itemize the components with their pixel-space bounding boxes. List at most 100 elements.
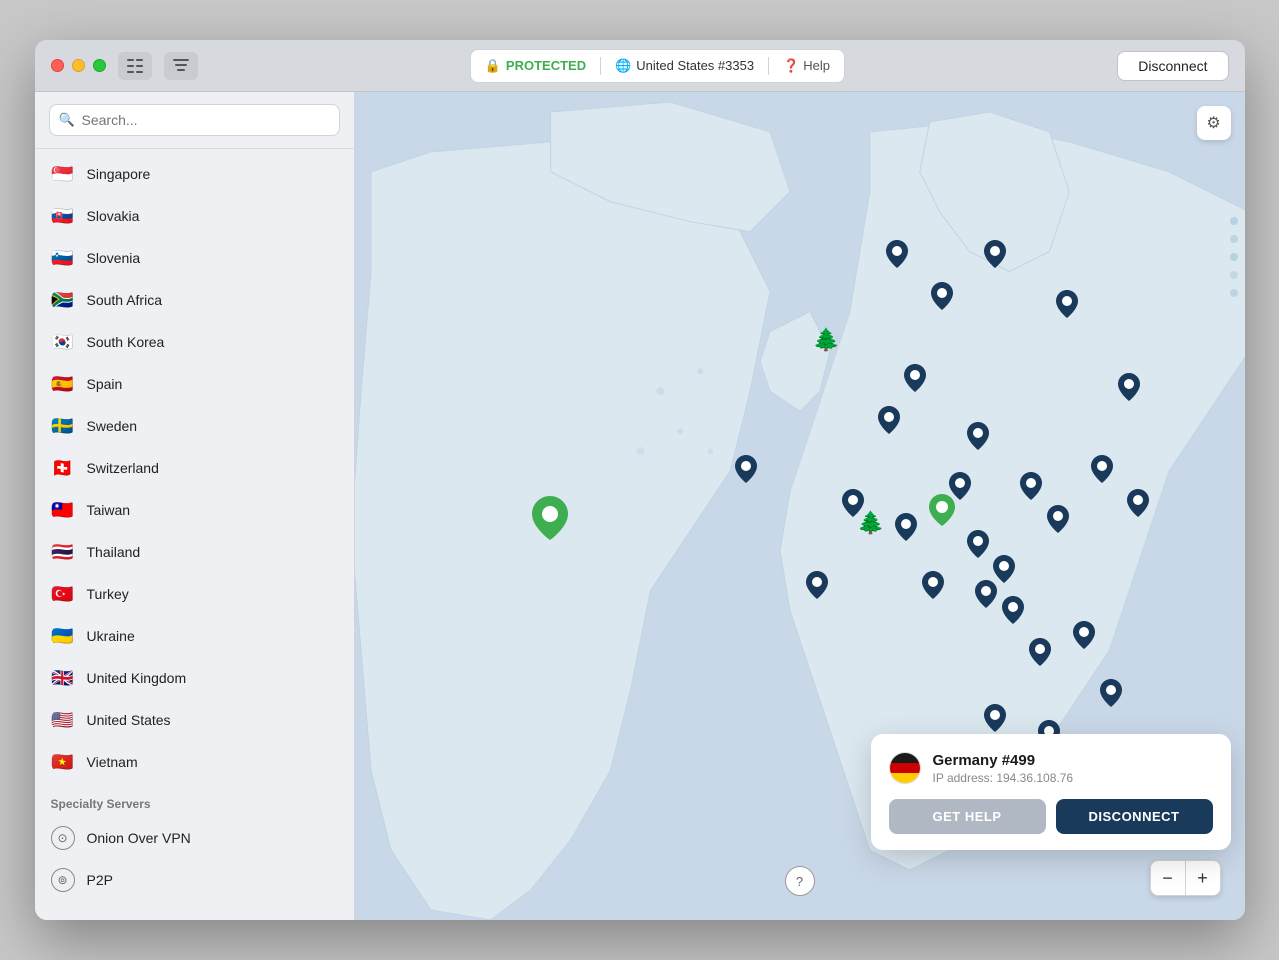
server-pin-it[interactable] — [922, 571, 944, 605]
sidebar-item-singapore[interactable]: 🇸🇬 Singapore — [35, 153, 354, 195]
popup-text: Germany #499 IP address: 194.36.108.76 — [933, 752, 1074, 785]
server-pin-uk[interactable] — [735, 455, 757, 489]
sidebar-item-sweden[interactable]: 🇸🇪 Sweden — [35, 405, 354, 447]
zoom-out-button[interactable]: − — [1151, 861, 1185, 895]
server-pin-at[interactable] — [949, 472, 971, 506]
maximize-button[interactable] — [93, 59, 106, 72]
active-server-pin[interactable] — [532, 496, 568, 547]
country-flag: 🇸🇰 — [51, 204, 75, 228]
country-flag: 🇺🇸 — [51, 708, 75, 732]
country-flag: 🇹🇷 — [51, 582, 75, 606]
server-pin-pl[interactable] — [967, 422, 989, 456]
server-pin-ru3[interactable] — [1127, 489, 1149, 523]
current-server: 🌐 United States #3353 — [615, 58, 754, 74]
country-name: United States — [87, 712, 171, 728]
vpn-window: 🔒 PROTECTED 🌐 United States #3353 ❓ Help… — [35, 40, 1245, 920]
server-pin-no[interactable] — [886, 240, 908, 274]
germany-flag — [889, 752, 921, 784]
specialty-name: Onion Over VPN — [87, 830, 191, 846]
traffic-lights — [51, 59, 106, 72]
ip-label: IP address: — [933, 771, 997, 785]
server-pin-ru2[interactable] — [1091, 455, 1113, 489]
server-pin-ru[interactable] — [1118, 373, 1140, 407]
sidebar-item-south-africa[interactable]: 🇿🇦 South Africa — [35, 279, 354, 321]
country-flag: 🇻🇳 — [51, 750, 75, 774]
country-flag: 🇸🇬 — [51, 162, 75, 186]
server-pin-cy[interactable] — [1100, 679, 1122, 713]
search-icon: 🔍 — [59, 112, 75, 128]
sidebar-toggle-button[interactable] — [118, 52, 152, 80]
popup-actions: GET HELP DISCONNECT — [889, 799, 1213, 834]
globe-icon: 🌐 — [615, 58, 631, 74]
help-label[interactable]: Help — [803, 58, 830, 73]
country-flag: 🇺🇦 — [51, 624, 75, 648]
status-divider-2 — [768, 57, 769, 75]
sidebar-item-south-korea[interactable]: 🇰🇷 South Korea — [35, 321, 354, 363]
country-name: Sweden — [87, 418, 138, 434]
specialty-item-p2p[interactable]: ⊚ P2P — [35, 859, 354, 901]
country-flag: 🇿🇦 — [51, 288, 75, 312]
country-list: 🇸🇬 Singapore 🇸🇰 Slovakia 🇸🇮 Slovenia 🇿🇦 … — [35, 149, 354, 920]
server-pin-gr[interactable] — [1029, 638, 1051, 672]
server-pin-se[interactable] — [931, 282, 953, 316]
protected-status: 🔒 PROTECTED — [485, 58, 586, 74]
country-name: United Kingdom — [87, 670, 187, 686]
sidebar-item-united-kingdom[interactable]: 🇬🇧 United Kingdom — [35, 657, 354, 699]
close-button[interactable] — [51, 59, 64, 72]
minimize-button[interactable] — [72, 59, 85, 72]
server-pin-lt[interactable] — [1020, 472, 1042, 506]
popup-disconnect-button[interactable]: DISCONNECT — [1056, 799, 1213, 834]
search-input[interactable] — [49, 104, 340, 136]
specialty-item-onion-over-vpn[interactable]: ⊙ Onion Over VPN — [35, 817, 354, 859]
map-settings-button[interactable]: ⚙ — [1197, 106, 1231, 140]
server-pin-bg[interactable] — [1002, 596, 1024, 630]
server-pin-ch[interactable] — [895, 513, 917, 547]
server-pin-hu[interactable] — [967, 530, 989, 564]
popup-get-help-button[interactable]: GET HELP — [889, 799, 1046, 834]
titlebar: 🔒 PROTECTED 🌐 United States #3353 ❓ Help… — [35, 40, 1245, 92]
server-pin-me[interactable] — [984, 704, 1006, 738]
sidebar-item-spain[interactable]: 🇪🇸 Spain — [35, 363, 354, 405]
main-content: 🔍 🇸🇬 Singapore 🇸🇰 Slovakia 🇸🇮 Slovenia 🇿… — [35, 92, 1245, 920]
country-flag: 🇸🇪 — [51, 414, 75, 438]
specialty-icon: ⊙ — [51, 826, 75, 850]
filter-button[interactable] — [164, 52, 198, 80]
server-pin-ee[interactable] — [1056, 290, 1078, 324]
sidebar-item-united-states[interactable]: 🇺🇸 United States — [35, 699, 354, 741]
country-name: Ukraine — [87, 628, 135, 644]
server-pin-fr[interactable] — [842, 489, 864, 523]
sidebar-item-switzerland[interactable]: 🇨🇭 Switzerland — [35, 447, 354, 489]
specialty-header: Specialty Servers — [35, 783, 354, 817]
country-name: Thailand — [87, 544, 141, 560]
server-pin-es[interactable] — [806, 571, 828, 605]
country-name: Slovakia — [87, 208, 140, 224]
server-pin-nl[interactable] — [878, 406, 900, 440]
help-circle-icon: ❓ — [783, 58, 799, 74]
status-divider — [600, 57, 601, 75]
server-pin-ba[interactable] — [975, 580, 997, 614]
server-pin-fi[interactable] — [984, 240, 1006, 274]
disconnect-button[interactable]: Disconnect — [1117, 51, 1228, 81]
sidebar-item-turkey[interactable]: 🇹🇷 Turkey — [35, 573, 354, 615]
sidebar-item-slovakia[interactable]: 🇸🇰 Slovakia — [35, 195, 354, 237]
zoom-controls: − + — [1150, 860, 1221, 896]
country-name: Spain — [87, 376, 123, 392]
map-help-button[interactable]: ? — [785, 866, 815, 896]
country-name: Turkey — [87, 586, 129, 602]
country-flag: 🇸🇮 — [51, 246, 75, 270]
sidebar-item-vietnam[interactable]: 🇻🇳 Vietnam — [35, 741, 354, 783]
sidebar-item-slovenia[interactable]: 🇸🇮 Slovenia — [35, 237, 354, 279]
server-pin-ua[interactable] — [1047, 505, 1069, 539]
protected-label: PROTECTED — [506, 58, 586, 73]
country-name: Switzerland — [87, 460, 159, 476]
country-name: Slovenia — [87, 250, 141, 266]
sidebar-item-ukraine[interactable]: 🇺🇦 Ukraine — [35, 615, 354, 657]
zoom-in-button[interactable]: + — [1186, 861, 1220, 895]
server-pin-dk[interactable] — [904, 364, 926, 398]
sidebar-item-taiwan[interactable]: 🇹🇼 Taiwan — [35, 489, 354, 531]
server-popup: Germany #499 IP address: 194.36.108.76 G… — [871, 734, 1231, 850]
server-label: United States #3353 — [636, 58, 754, 73]
help-link[interactable]: ❓ Help — [783, 58, 830, 74]
server-pin-tr[interactable] — [1073, 621, 1095, 655]
sidebar-item-thailand[interactable]: 🇹🇭 Thailand — [35, 531, 354, 573]
